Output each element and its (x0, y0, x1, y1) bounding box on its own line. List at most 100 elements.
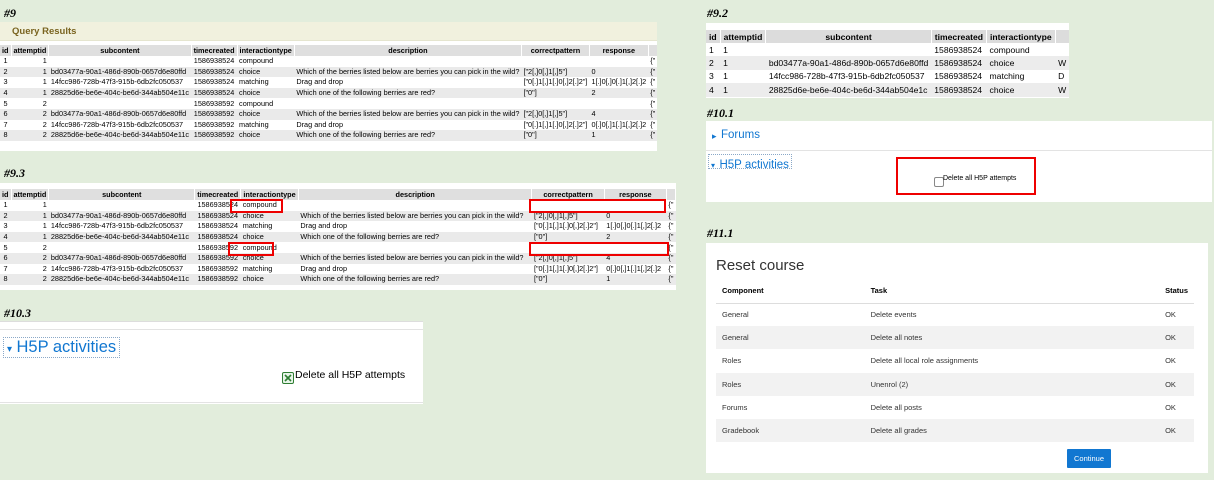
column-header: subcontent (48, 45, 192, 56)
table-row: 7 2 14fcc986-728b-47f3-915b-6db2fc050537 15… (0, 120, 657, 131)
table-cell: ["2[,]0[,]1[,]5"] (521, 66, 590, 78)
table-cell (589, 98, 648, 109)
section-label-9-2: #9.2 (707, 6, 728, 20)
table-cell: 3 (3, 221, 8, 231)
section-forums[interactable]: Forums (721, 129, 760, 141)
reset-course-panel: Reset course Component Task Status General… (706, 243, 1208, 473)
table-cell (521, 56, 589, 67)
section-h5p-activities[interactable]: ▾ H5P activities (3, 337, 121, 358)
table-cell: Gradebook (716, 418, 865, 443)
table-row: Roles Unenrol (2) OK (716, 372, 1194, 396)
table-cell (49, 200, 195, 211)
table-cell: 2 (11, 274, 49, 285)
column-header: Task (864, 279, 1160, 304)
table-cell: Which one of the following berries are r… (298, 274, 532, 285)
table-cell: 14fcc986-728b-47f3-915b-6db2fc050537 (50, 221, 184, 231)
table-cell: 1 (723, 44, 728, 55)
table-cell: 5 (3, 98, 8, 108)
table-row: 3 1 14fcc986-728b-47f3-915b-6db2fc050537 15… (706, 70, 1069, 83)
table-cell: matching (239, 119, 269, 129)
table-cell: 28825d6e-be6e-404c-be6d-344ab504e11c (48, 274, 195, 285)
table-cell: Roles (716, 372, 865, 396)
table-row: 3 1 14fcc986-728b-47f3-915b-6db2fc050537 15… (0, 77, 657, 88)
table-cell: {" (668, 200, 674, 210)
table-cell: 1 (42, 77, 47, 87)
table-cell: 28825d6e-be6e-404c-be6d-344ab504e11c (48, 87, 192, 99)
continue-button[interactable]: Continue (1067, 449, 1112, 468)
column-header: Status (1159, 279, 1194, 304)
table-cell: 1 (604, 274, 667, 285)
column-header: description (294, 45, 522, 56)
table-cell: Which of the berries listed below are be… (294, 108, 522, 120)
table-cell: 2 (42, 242, 47, 252)
table-cell: 1586938592 (193, 98, 235, 108)
table-cell: 1 (11, 66, 49, 78)
table-cell: matching (989, 71, 1025, 82)
table-cell: General (722, 310, 749, 320)
table-cell: 1 (42, 200, 47, 210)
reset-options-panel: ▸ Forums ▾ H5P activities Delete all H5P… (706, 121, 1212, 202)
column-header: timecreated (191, 45, 238, 56)
table-cell: Which of the berries listed below are be… (294, 66, 522, 78)
reset-options-panel-2: ▾ H5P activities Delete all H5P attempts (0, 321, 423, 404)
table-cell: 0[.]0[,]1[.]1[,]2[.]2 (591, 119, 647, 129)
table-cell: {" (666, 274, 676, 285)
table-cell: {" (668, 263, 674, 273)
table-cell: matching (242, 221, 273, 231)
collapse-down-icon[interactable]: ▾ (7, 344, 12, 355)
table-cell: Drag and drop (296, 77, 344, 87)
table-cell: Which one of the following berries are r… (298, 231, 532, 243)
table-cell: choice (986, 83, 1056, 97)
table-row: Roles Delete all local role assignments OK (716, 349, 1194, 372)
table-cell: 1586938524 (934, 71, 983, 82)
table-cell: Drag and drop (300, 221, 348, 231)
column-header (666, 189, 676, 200)
table-cell: 1[.]0[,]0[.]1[,]2[.]2 (606, 221, 662, 231)
table-cell: {" (666, 210, 676, 222)
table-cell: 2 (11, 130, 49, 141)
delete-h5p-attempts-checkbox[interactable] (282, 372, 294, 384)
table-cell: matching (242, 263, 273, 273)
check-icon (284, 374, 292, 382)
column-header: description (298, 189, 533, 200)
table-cell: 2 (604, 231, 667, 243)
table-cell: Delete all grades (864, 418, 1160, 443)
table-cell: choice (237, 87, 295, 99)
table-cell: Drag and drop (300, 263, 348, 273)
section-label-10-3: #10.3 (4, 306, 31, 320)
table-cell (298, 200, 532, 211)
table-row: 3 1 14fcc986-728b-47f3-915b-6db2fc050537 15… (0, 221, 676, 232)
table-row: 6 2 bd03477a-90a1-486d-890b-0657d6e80ffd 15… (0, 108, 657, 120)
section-label-10-1: #10.1 (707, 106, 734, 120)
column-header: attemptid (11, 45, 50, 56)
table-cell: 4 (0, 231, 11, 243)
table-cell: Unenrol (2) (864, 372, 1160, 396)
highlight-box (230, 199, 283, 213)
table-cell: OK (1159, 372, 1194, 396)
reset-results-table: Component Task Status General Delete events… (716, 279, 1194, 443)
query-results-table-2: id attemptid subcontent timecreated interact… (706, 30, 1069, 97)
table-cell: bd03477a-90a1-486d-890b-0657d6e80ffd (48, 108, 192, 120)
highlight-box (529, 199, 666, 213)
table-cell: bd03477a-90a1-486d-890b-0657d6e80ffd (48, 66, 192, 78)
table-cell: ["0[.]1[,]1[.]0[,]2[.]2"] (523, 77, 588, 87)
table-cell: W (1055, 56, 1069, 70)
table-cell: 2 (11, 252, 49, 264)
query-results-panel-3: id attemptid subcontent timecreated interact… (0, 183, 676, 290)
collapse-down-icon[interactable]: ▾ (711, 161, 715, 170)
query-results-title: Query Results (0, 22, 657, 41)
table-cell: Delete events (870, 310, 917, 320)
table-cell: ["0"] (531, 231, 605, 243)
table-cell: 14fcc986-728b-47f3-915b-6db2fc050537 (768, 71, 925, 82)
table-cell: ["0"] (521, 87, 590, 99)
section-h5p-activities[interactable]: ▾ H5P activities (708, 154, 792, 171)
highlight-box (228, 242, 274, 256)
table-cell: compound (239, 56, 274, 66)
table-cell: matching (239, 77, 269, 87)
column-header: response (589, 45, 649, 56)
table-cell: {" (666, 231, 676, 243)
collapse-right-icon[interactable]: ▸ (712, 131, 717, 142)
table-cell (521, 98, 589, 109)
table-cell (294, 56, 521, 67)
table-cell: OK (1165, 356, 1176, 366)
